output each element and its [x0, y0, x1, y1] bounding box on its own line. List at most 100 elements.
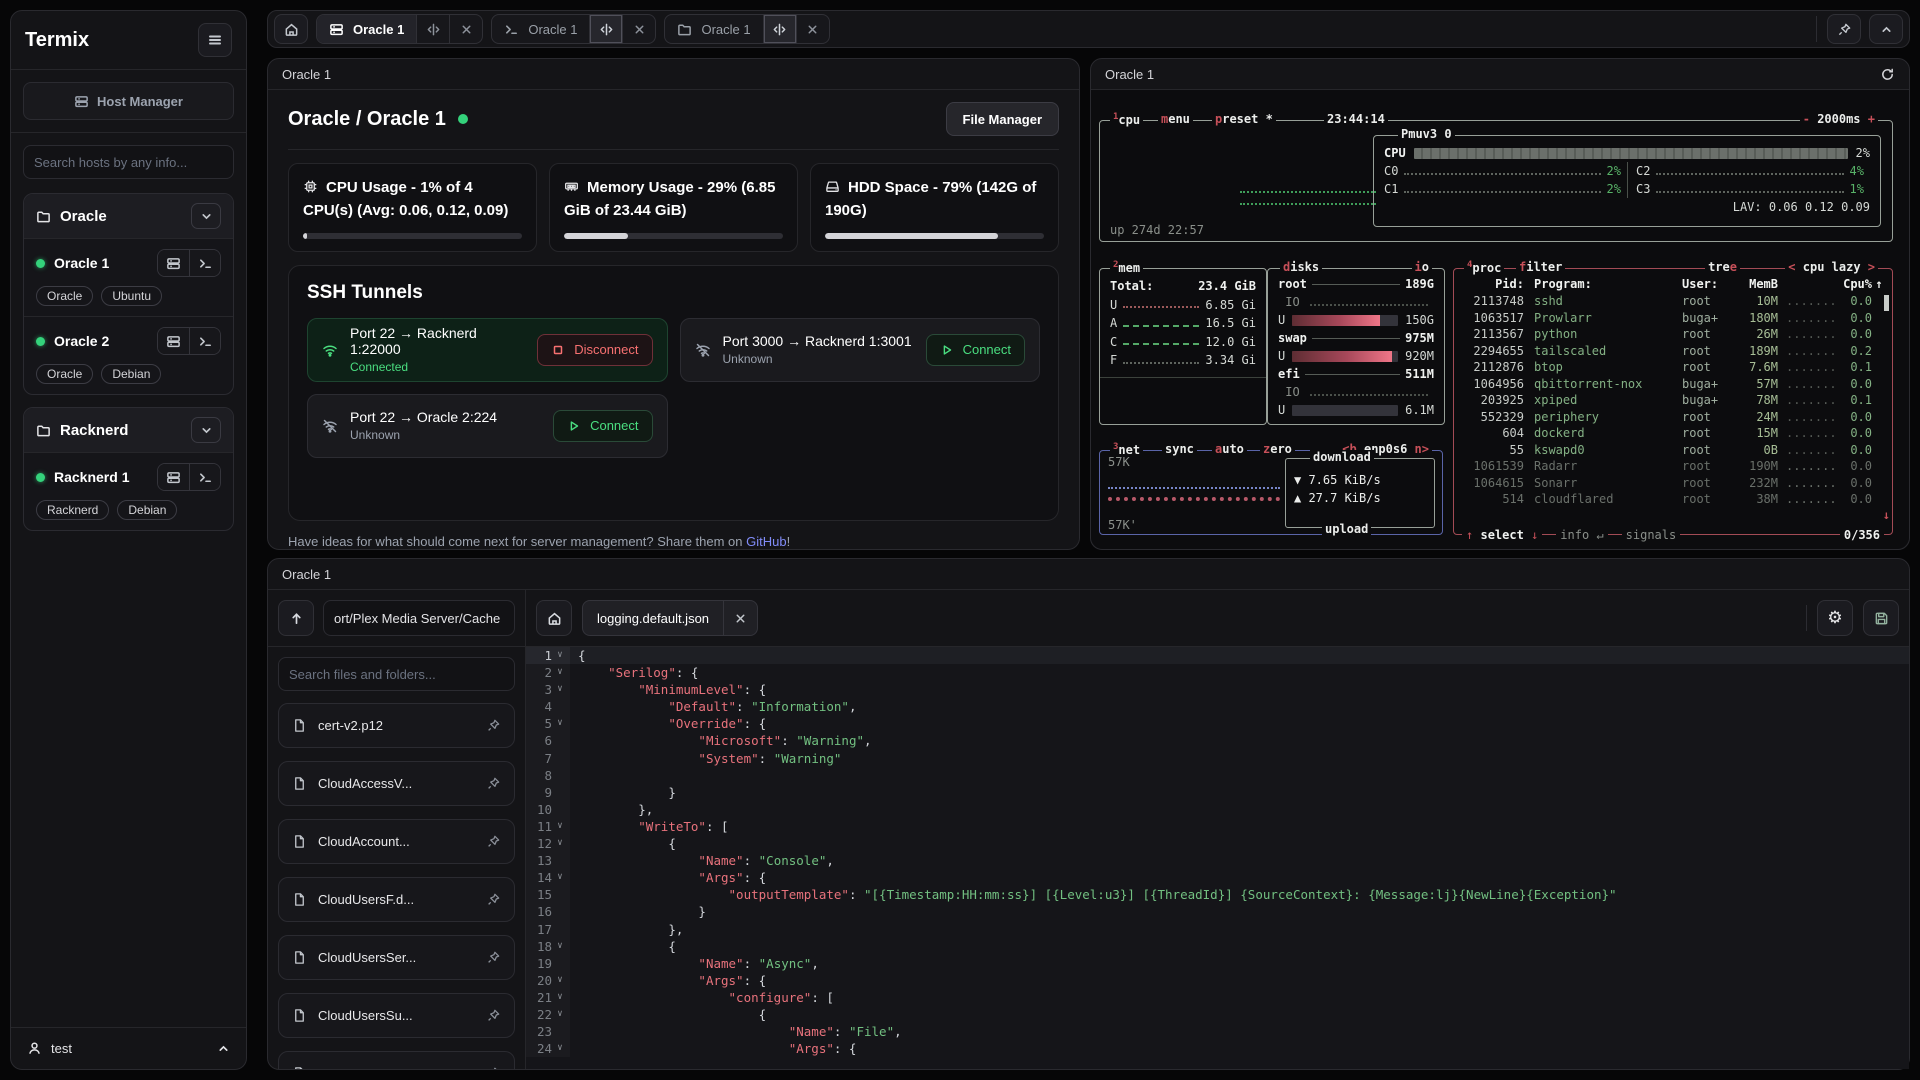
tab-label-area[interactable]: Oracle 1	[317, 15, 416, 43]
path-input[interactable]	[323, 600, 515, 636]
editor-home-button[interactable]	[536, 600, 572, 636]
host-server-button[interactable]	[158, 250, 189, 276]
disconnect-button[interactable]: Disconnect	[537, 334, 652, 366]
proc-row[interactable]: 203925xpipedbuga+78M........ .0.1	[1454, 392, 1892, 409]
folder-collapse-button[interactable]	[191, 203, 221, 229]
proc-row[interactable]: 2294655tailscaledroot189M........ .0.2	[1454, 343, 1892, 360]
proc-row[interactable]: 55kswapd0root0B........ .0.0	[1454, 442, 1892, 459]
btop-terminal[interactable]: 1cpumenupreset *23:44:14- 2000ms +up 274…	[1091, 90, 1909, 549]
editor-gutter: 15	[526, 886, 570, 903]
tab-close-button[interactable]	[449, 15, 482, 43]
btop-box-label: sync	[1162, 442, 1197, 456]
host-server-button[interactable]	[158, 328, 189, 354]
line-number: 15	[526, 886, 552, 903]
host-tag: Ubuntu	[101, 286, 162, 306]
fold-chevron-icon[interactable]: ∨	[552, 647, 568, 664]
file-list-item[interactable]	[278, 1051, 515, 1069]
proc-row[interactable]: 604dockerdroot15M........ .0.0	[1454, 425, 1892, 442]
host-manager-button[interactable]: Host Manager	[23, 82, 234, 120]
fold-chevron-icon[interactable]: ∨	[552, 835, 568, 852]
host-terminal-button[interactable]	[189, 250, 220, 276]
mem-row-used: U6.85 Gi	[1110, 296, 1256, 315]
file-search-input[interactable]	[278, 657, 515, 691]
fold-chevron-icon[interactable]: ∨	[552, 972, 568, 989]
file-list-item[interactable]: CloudAccount...	[278, 819, 515, 864]
file-list-item[interactable]: CloudAccessV...	[278, 761, 515, 806]
file-list-item[interactable]: CloudUsersF.d...	[278, 877, 515, 922]
fold-chevron-icon[interactable]: ∨	[552, 818, 568, 835]
collapse-tabbar-button[interactable]	[1869, 14, 1903, 44]
code-text	[570, 767, 578, 784]
proc-scrollbar-thumb[interactable]	[1884, 295, 1889, 311]
connect-button[interactable]: Connect	[553, 410, 652, 442]
github-link[interactable]: GitHub	[746, 534, 786, 549]
tab-split-button[interactable]	[416, 15, 449, 43]
fold-chevron-icon[interactable]: ∨	[552, 1006, 568, 1023]
proc-row[interactable]: 2113567pythonroot26M........ .0.0	[1454, 326, 1892, 343]
tab-close-button[interactable]	[796, 15, 829, 43]
panel-title: Oracle 1	[268, 559, 1909, 590]
line-number: 3	[526, 681, 552, 698]
close-file-button[interactable]	[723, 601, 757, 635]
code-text: "Name": "File",	[570, 1023, 902, 1040]
proc-row[interactable]: 1063517Prowlarrbuga+180M........ .0.0	[1454, 310, 1892, 327]
user-menu[interactable]: test	[11, 1027, 246, 1069]
sidebar-menu-button[interactable]	[198, 23, 232, 57]
editor-gutter: 24∨	[526, 1040, 570, 1057]
home-button[interactable]	[274, 14, 308, 44]
host-search-input[interactable]	[23, 145, 234, 179]
save-file-button[interactable]	[1863, 600, 1899, 636]
tab-split-button[interactable]	[589, 15, 622, 43]
up-directory-button[interactable]	[278, 600, 314, 636]
refresh-icon[interactable]	[1880, 67, 1895, 82]
tab-label-area[interactable]: Oracle 1	[665, 15, 762, 43]
fold-chevron-icon[interactable]: ∨	[552, 681, 568, 698]
proc-row[interactable]: 1064956qbittorrent-noxbuga+57M........ .…	[1454, 376, 1892, 393]
fold-chevron-icon[interactable]: ∨	[552, 664, 568, 681]
host-folder-oracle: OracleOracle 1OracleUbuntuOracle 2Oracle…	[23, 193, 234, 395]
line-number: 11	[526, 818, 552, 835]
pin-button[interactable]	[1827, 14, 1861, 44]
file-list-item[interactable]: cert-v2.p12	[278, 703, 515, 748]
proc-row[interactable]: 1061539Radarrroot190M........ .0.0	[1454, 458, 1892, 475]
line-number: 2	[526, 664, 552, 681]
file-manager-button[interactable]: File Manager	[946, 102, 1059, 136]
proc-row[interactable]: 2112876btoproot7.6M........ .0.1	[1454, 359, 1892, 376]
host-row[interactable]: Racknerd 1RacknerdDebian	[24, 452, 233, 530]
folder-header[interactable]: Racknerd	[24, 408, 233, 452]
editor-gutter: 1∨	[526, 647, 570, 664]
open-file-tab[interactable]: logging.default.json	[582, 600, 758, 636]
fold-chevron-icon[interactable]: ∨	[552, 989, 568, 1006]
file-list-item[interactable]: CloudUsersSer...	[278, 935, 515, 980]
proc-row[interactable]: 1064615Sonarrroot232M........ .0.0	[1454, 475, 1892, 492]
split-icon	[426, 22, 441, 37]
host-row[interactable]: Oracle 2OracleDebian	[24, 316, 233, 394]
proc-row[interactable]: 2113748sshdroot10M........ .0.0	[1454, 293, 1892, 310]
folder-header[interactable]: Oracle	[24, 194, 233, 238]
fold-chevron-icon[interactable]: ∨	[552, 715, 568, 732]
tab-label-area[interactable]: Oracle 1	[492, 15, 589, 43]
editor-line: 7 "System": "Warning"	[526, 750, 1909, 767]
editor-gutter: 7	[526, 750, 570, 767]
proc-row[interactable]: 552329peripheryroot24M........ .0.0	[1454, 409, 1892, 426]
fold-chevron-icon[interactable]: ∨	[552, 869, 568, 886]
host-server-button[interactable]	[158, 464, 189, 490]
host-row[interactable]: Oracle 1OracleUbuntu	[24, 238, 233, 316]
file-list-item[interactable]: CloudUsersSu...	[278, 993, 515, 1038]
host-terminal-button[interactable]	[189, 328, 220, 354]
tab-close-button[interactable]	[622, 15, 655, 43]
fold-chevron-icon[interactable]: ∨	[552, 938, 568, 955]
tab-split-button[interactable]	[763, 15, 796, 43]
fold-chevron-icon[interactable]: ∨	[552, 1040, 568, 1057]
connect-button[interactable]: Connect	[926, 334, 1025, 366]
tunnel-action-label: Connect	[963, 342, 1011, 357]
stat-progress-bar	[564, 233, 783, 239]
btop-box-label: disks	[1280, 260, 1322, 274]
proc-row[interactable]: 514cloudflaredroot38M........ .0.0	[1454, 491, 1892, 508]
code-editor[interactable]: 1∨{2∨ "Serilog": {3∨ "MinimumLevel": {4 …	[526, 647, 1909, 1069]
btop-cpu-detail-box: Pmuv3 0CPU2%C02%C24%C12%C31%LAV: 0.06 0.…	[1373, 135, 1881, 227]
host-terminal-button[interactable]	[189, 464, 220, 490]
line-number: 9	[526, 784, 552, 801]
editor-settings-button[interactable]: ⚙	[1817, 600, 1853, 636]
folder-collapse-button[interactable]	[191, 417, 221, 443]
